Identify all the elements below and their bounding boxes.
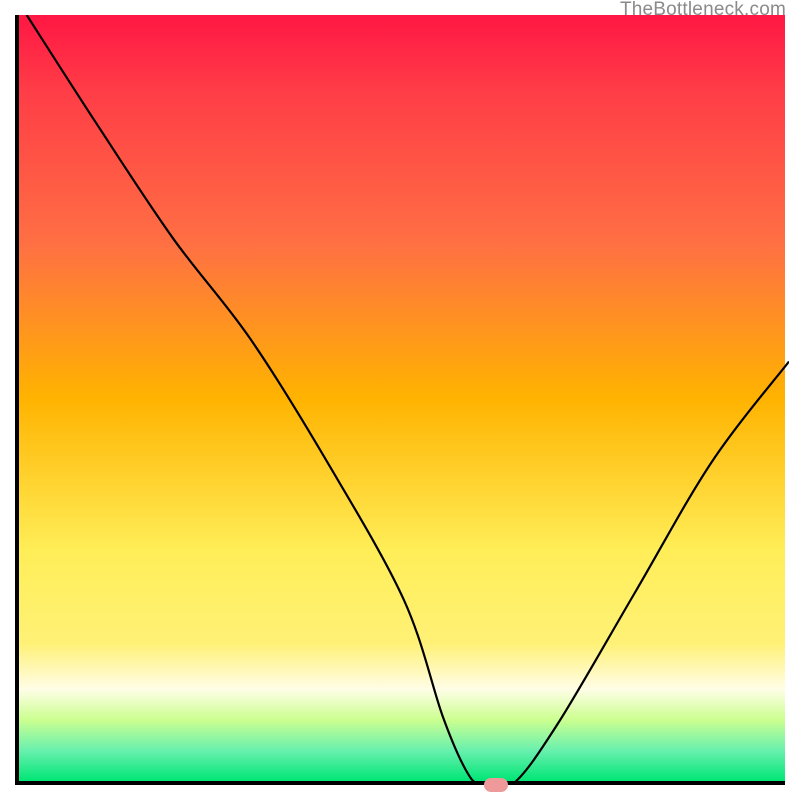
bottleneck-curve: [19, 15, 789, 785]
plot-area: [15, 15, 785, 785]
optimum-marker: [484, 778, 508, 792]
chart-frame: TheBottleneck.com: [0, 0, 800, 800]
curve-path: [27, 15, 789, 785]
